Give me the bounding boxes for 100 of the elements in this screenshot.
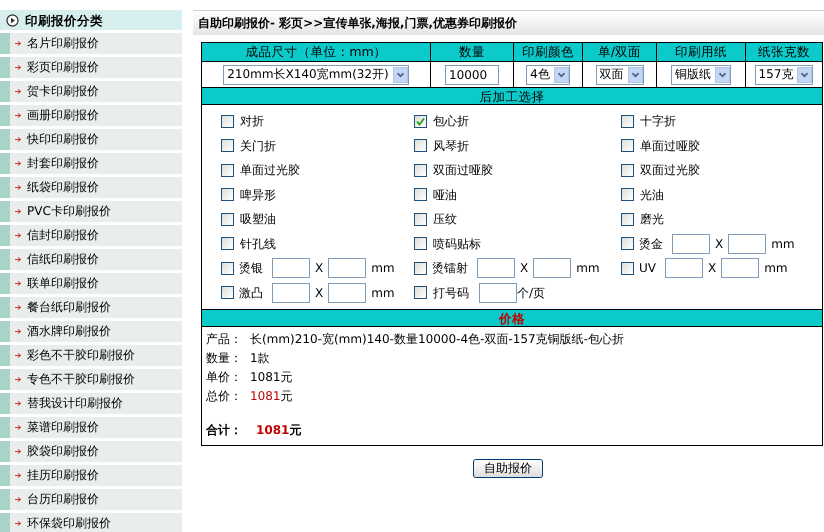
sidebar-item[interactable]: 台历印刷报价 [0, 489, 182, 510]
sidebar-item[interactable]: 替我设计印刷报价 [0, 393, 182, 414]
column-header: 印刷用纸 [657, 43, 745, 61]
unit-text: mm [371, 261, 395, 276]
option-label: 烫镭射 [432, 261, 468, 276]
sidebar-item[interactable]: 联单印刷报价 [0, 273, 182, 294]
total-label: 合计： [206, 423, 242, 438]
arrow-icon [15, 400, 22, 407]
option-label: 烫银 [239, 261, 263, 276]
sidebar-item[interactable]: 快印印刷报价 [0, 129, 182, 150]
separator-text: X [708, 261, 716, 276]
width-field[interactable] [672, 234, 710, 254]
sidebar-item[interactable]: 彩色不干胶印刷报价 [0, 345, 182, 366]
arrow-icon [15, 64, 22, 71]
option-label: 烫金 [639, 236, 663, 251]
sidebar-item[interactable]: 环保袋印刷报价 [0, 513, 182, 532]
checkbox[interactable] [621, 188, 634, 202]
checkbox[interactable] [414, 114, 427, 128]
checkbox[interactable] [221, 139, 234, 152]
checkbox[interactable] [414, 212, 427, 226]
checkbox[interactable] [621, 114, 634, 128]
check-icon [416, 116, 425, 126]
submit-button[interactable]: 自助报价 [473, 459, 543, 478]
checkbox[interactable] [221, 262, 234, 275]
checkbox[interactable] [221, 188, 234, 202]
column-header: 印刷颜色 [514, 43, 582, 61]
sidebar-item[interactable]: 名片印刷报价 [0, 33, 182, 54]
checkbox[interactable] [621, 139, 634, 152]
option-label: 激凸 [239, 286, 263, 300]
width-field[interactable] [272, 282, 310, 303]
count-field[interactable] [479, 282, 517, 303]
sidebar-item[interactable]: 菜谱印刷报价 [0, 417, 182, 438]
sidebar-item[interactable]: PVC卡印刷报价 [0, 201, 182, 222]
arrow-icon [15, 352, 22, 359]
separator-text: X [315, 261, 324, 276]
width-field[interactable] [272, 258, 310, 278]
checkbox[interactable] [221, 212, 234, 226]
page-title: 自助印刷报价- 彩页>>宣传单张,海报,门票,优惠券印刷报价 [193, 10, 824, 35]
option-label: 关门折 [240, 138, 276, 153]
dropdown[interactable]: 双面 [596, 64, 644, 84]
option-label: 压纹 [433, 212, 457, 226]
total-value: 1081元 [256, 423, 302, 438]
arrow-icon [15, 208, 22, 215]
height-field[interactable] [328, 258, 366, 278]
checkbox[interactable] [414, 164, 427, 177]
sidebar-item[interactable]: 胶袋印刷报价 [0, 441, 182, 462]
column-header: 单/双面 [583, 43, 656, 61]
checkbox[interactable] [414, 237, 427, 250]
column-header: 成品尺寸（单位：mm） [202, 43, 430, 61]
section-header: 价格 [499, 311, 525, 326]
option-label: 单面过哑胶 [640, 138, 700, 153]
sidebar-item[interactable]: 封套印刷报价 [0, 153, 182, 174]
dropdown[interactable]: 210mm长X140宽mm(32开) [223, 64, 409, 84]
sidebar-item[interactable]: 信纸印刷报价 [0, 249, 182, 270]
arrow-icon [15, 184, 22, 191]
checkbox[interactable] [414, 262, 427, 275]
sidebar-item[interactable]: 画册印刷报价 [0, 105, 182, 126]
dropdown[interactable]: 铜版纸 [671, 64, 731, 84]
unit-text: mm [576, 261, 600, 276]
checkbox[interactable] [414, 139, 427, 152]
sidebar-item[interactable]: 挂历印刷报价 [0, 465, 182, 486]
checkbox[interactable] [621, 164, 634, 177]
dropdown[interactable]: 157克 [754, 64, 814, 84]
height-field[interactable] [533, 258, 572, 278]
sidebar-item[interactable]: 信封印刷报价 [0, 225, 182, 246]
checkbox[interactable] [621, 212, 634, 226]
checkbox[interactable] [621, 262, 634, 275]
width-field[interactable] [477, 258, 515, 278]
quantity-field[interactable]: 10000 [445, 64, 499, 84]
width-field[interactable] [665, 258, 703, 278]
sidebar-item[interactable]: 餐台纸印刷报价 [0, 297, 182, 318]
arrow-icon [15, 88, 22, 95]
sidebar-item[interactable]: 酒水牌印刷报价 [0, 321, 182, 342]
arrow-icon [15, 112, 22, 119]
height-field[interactable] [328, 282, 366, 303]
checkbox[interactable] [621, 237, 634, 250]
checkbox[interactable] [414, 286, 427, 300]
option-label: 十字折 [640, 114, 676, 128]
sidebar-item[interactable]: 彩页印刷报价 [0, 57, 182, 78]
unit-text: mm [371, 286, 395, 300]
dropdown[interactable]: 4色 [526, 64, 570, 84]
field-label: 总价： [206, 389, 242, 404]
checkbox[interactable] [221, 164, 234, 177]
checkbox[interactable] [221, 286, 234, 300]
sidebar-item[interactable]: 贺卡印刷报价 [0, 81, 182, 102]
option-label: 单面过光胶 [240, 163, 300, 178]
option-label: 磨光 [640, 212, 664, 226]
sidebar-item[interactable]: 纸袋印刷报价 [0, 177, 182, 198]
sidebar-item[interactable]: 专色不干胶印刷报价 [0, 369, 182, 390]
height-field[interactable] [728, 234, 766, 254]
checkbox[interactable] [221, 114, 234, 128]
unit-text: mm [764, 261, 788, 276]
option-label: 光油 [640, 188, 664, 202]
checkbox[interactable] [221, 237, 234, 250]
separator-text: X [715, 236, 724, 251]
checkbox[interactable] [414, 188, 427, 202]
height-field[interactable] [721, 258, 760, 278]
field-value: 1081元 [250, 370, 293, 385]
option-label: 吸塑油 [240, 212, 276, 226]
option-label: 打号码 [433, 286, 469, 300]
